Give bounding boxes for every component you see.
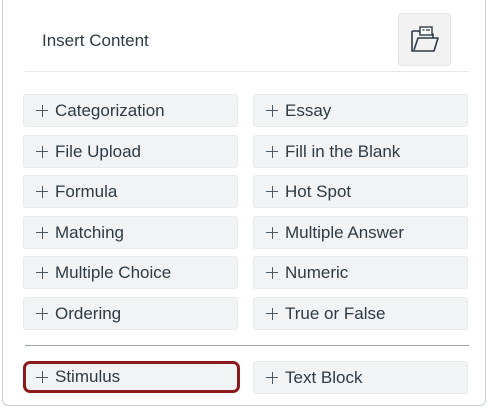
item-file-upload[interactable]: File Upload bbox=[23, 135, 238, 168]
item-label: Formula bbox=[55, 181, 118, 201]
item-label: Essay bbox=[285, 100, 332, 120]
plus-icon bbox=[36, 371, 48, 383]
panel-header: Insert Content bbox=[3, 0, 487, 72]
item-multiple-answer[interactable]: Multiple Answer bbox=[253, 216, 468, 249]
item-label: Multiple Choice bbox=[55, 262, 172, 282]
item-formula[interactable]: Formula bbox=[23, 175, 238, 208]
item-ordering[interactable]: Ordering bbox=[23, 297, 238, 330]
item-categorization[interactable]: Categorization bbox=[23, 94, 238, 127]
insert-content-panel: Insert Content Categorization Essay File… bbox=[2, 0, 486, 406]
plus-icon bbox=[36, 307, 48, 320]
item-label: File Upload bbox=[55, 141, 141, 161]
item-multiple-choice[interactable]: Multiple Choice bbox=[23, 256, 238, 289]
section-divider bbox=[25, 345, 469, 346]
item-true-or-false[interactable]: True or False bbox=[253, 297, 468, 330]
item-label: Hot Spot bbox=[285, 181, 352, 201]
plus-icon bbox=[266, 185, 278, 198]
item-stimulus[interactable]: Stimulus bbox=[23, 361, 240, 393]
plus-icon bbox=[266, 371, 278, 384]
item-text-block[interactable]: Text Block bbox=[253, 361, 468, 394]
item-hot-spot[interactable]: Hot Spot bbox=[253, 175, 468, 208]
item-matching[interactable]: Matching bbox=[23, 216, 238, 249]
item-label: Numeric bbox=[285, 262, 349, 282]
folder-open-icon bbox=[410, 25, 439, 52]
plus-icon bbox=[36, 104, 48, 117]
header-divider bbox=[25, 71, 469, 72]
item-label: Text Block bbox=[285, 367, 363, 387]
item-label: Multiple Answer bbox=[285, 222, 405, 242]
item-label: Stimulus bbox=[55, 367, 121, 386]
panel-title: Insert Content bbox=[42, 31, 149, 50]
plus-icon bbox=[36, 226, 48, 239]
plus-icon bbox=[266, 145, 278, 158]
open-content-button[interactable] bbox=[398, 13, 451, 66]
item-label: Fill in the Blank bbox=[285, 141, 401, 161]
item-label: Matching bbox=[55, 222, 124, 242]
plus-icon bbox=[36, 145, 48, 158]
item-label: Ordering bbox=[55, 303, 122, 323]
plus-icon bbox=[266, 307, 278, 320]
plus-icon bbox=[266, 226, 278, 239]
item-fill-in-the-blank[interactable]: Fill in the Blank bbox=[253, 135, 468, 168]
item-label: True or False bbox=[285, 303, 386, 323]
plus-icon bbox=[36, 266, 48, 279]
plus-icon bbox=[266, 266, 278, 279]
plus-icon bbox=[266, 104, 278, 117]
item-label: Categorization bbox=[55, 100, 165, 120]
plus-icon bbox=[36, 185, 48, 198]
item-numeric[interactable]: Numeric bbox=[253, 256, 468, 289]
item-essay[interactable]: Essay bbox=[253, 94, 468, 127]
